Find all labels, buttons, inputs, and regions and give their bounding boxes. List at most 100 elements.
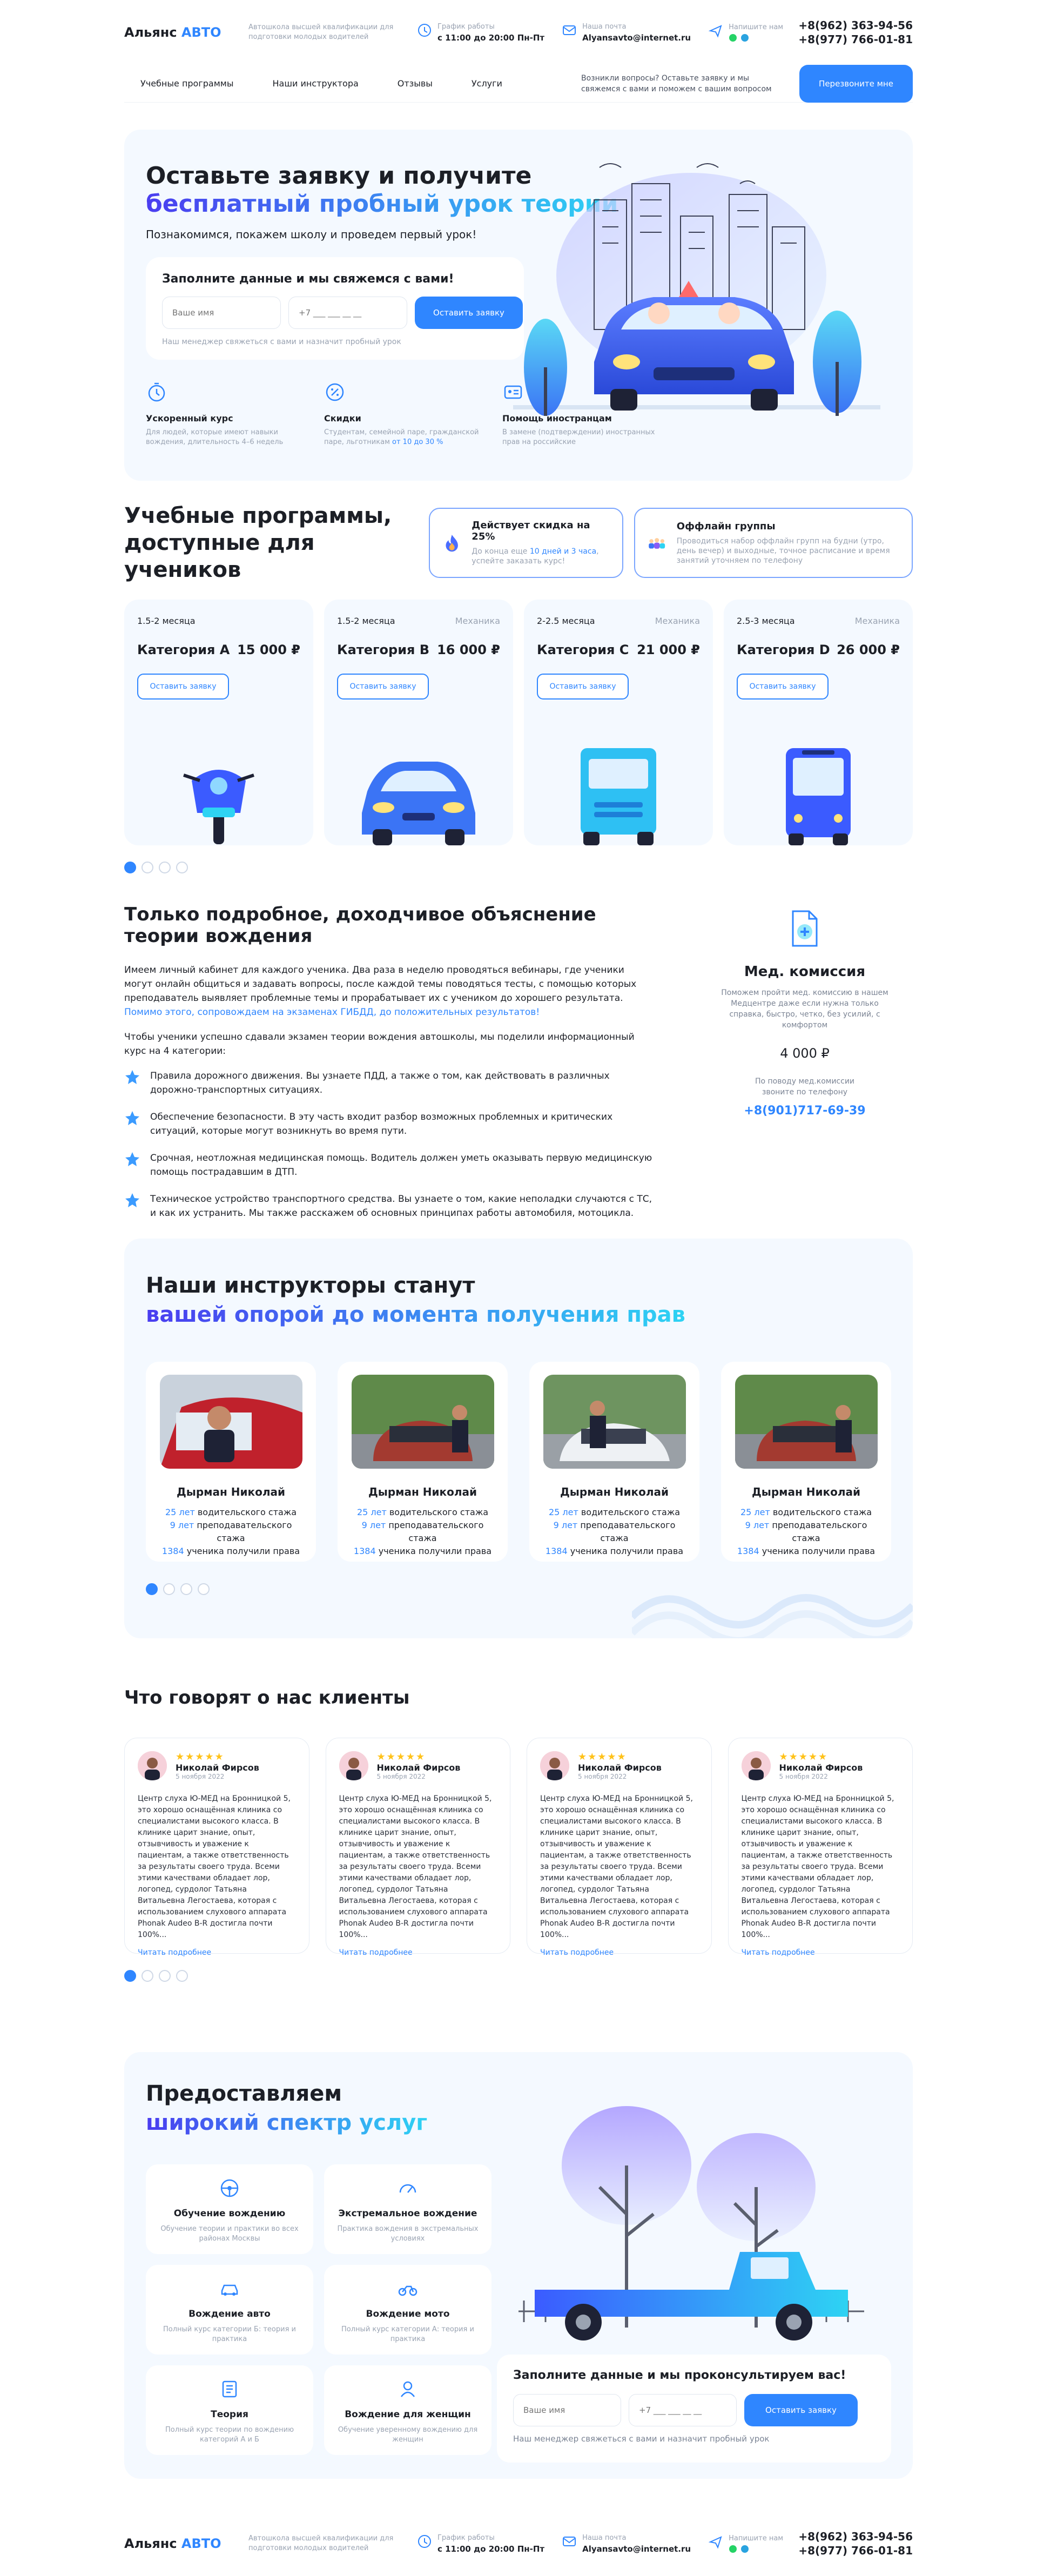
service-card[interactable]: Экстремальное вождение Практика вождения … <box>324 2164 491 2254</box>
read-more-link[interactable]: Читать подробнее <box>339 1948 413 1957</box>
submit-button[interactable]: Оставить заявку <box>744 2394 858 2426</box>
phone-2[interactable]: +8(977) 766-01-81 <box>798 2544 913 2558</box>
med-phone[interactable]: +8(901)717-69-39 <box>697 1104 913 1118</box>
name-input[interactable] <box>513 2394 621 2426</box>
theory-title: Только подробное, доходчивое объяснение … <box>124 904 596 947</box>
instructor-photo <box>543 1375 686 1469</box>
perk-title: Скидки <box>324 413 361 423</box>
pagination-dot[interactable] <box>159 1970 171 1982</box>
service-title: Вождение для женщин <box>345 2409 471 2420</box>
instructor-name: Дырман Николай <box>368 1485 477 1498</box>
pagination-dot[interactable] <box>142 862 153 873</box>
service-card[interactable]: Обучение вождению Обучение теории и практ… <box>146 2164 313 2254</box>
service-card[interactable]: Теория Полный курс теории по вождению кат… <box>146 2365 313 2455</box>
instructor-card[interactable]: Дырман Николай 25 лет водительского стаж… <box>146 1362 316 1562</box>
clock-icon <box>418 2534 431 2548</box>
program-card[interactable]: 1.5-2 месяца Категория А 15 000 ₽ Оставит… <box>124 600 313 845</box>
pagination-dot[interactable] <box>124 1970 136 1982</box>
theory-bullet: Обеспечение безопасности. В эту часть вх… <box>124 1110 654 1138</box>
theory-section: Только подробное, доходчивое объяснение … <box>124 904 913 1219</box>
read-more-link[interactable]: Читать подробнее <box>138 1948 211 1957</box>
logo[interactable]: Альянс АВТО <box>124 25 232 40</box>
nav-programs[interactable]: Учебные программы <box>140 78 233 89</box>
header: Альянс АВТО Автошкола высшей квалификаци… <box>124 0 913 65</box>
logo[interactable]: Альянс АВТО <box>124 2536 232 2551</box>
nav-question: Возникли вопросы? Оставьте заявку и мы с… <box>581 73 772 93</box>
speedometer-icon <box>399 2184 416 2193</box>
pagination-dot[interactable] <box>142 1970 153 1982</box>
stat-value: 1384 <box>353 1546 376 1556</box>
program-card[interactable]: 2.5-3 месяца Механика Категория D 26 000 ₽… <box>724 600 913 845</box>
pagination-dot[interactable] <box>180 1583 192 1595</box>
fire-icon <box>446 535 458 552</box>
hero-form: Заполните данные и мы свяжемся с вами! О… <box>146 257 524 360</box>
avatar <box>540 1751 569 1780</box>
instructor-card[interactable]: Дырман Николай 25 лет водительского стаж… <box>338 1362 508 1562</box>
read-more-link[interactable]: Читать подробнее <box>540 1948 614 1957</box>
phone-2[interactable]: +8(977) 766-01-81 <box>798 32 913 46</box>
submit-button[interactable]: Оставить заявку <box>415 297 523 329</box>
motorcycle-icon <box>398 2285 418 2296</box>
program-cards: 1.5-2 месяца Категория А 15 000 ₽ Оставит… <box>124 600 913 845</box>
review-text: Центр слуха Ю-МЕД на Бронницкой 5, это х… <box>741 1794 894 1939</box>
stat-label: преподавательского стажа <box>577 1520 676 1543</box>
theory-text: Имеем личный кабинет для каждого ученика… <box>124 965 637 1004</box>
phone-1[interactable]: +8(962) 363-94-56 <box>798 2530 913 2544</box>
phone-input[interactable] <box>629 2394 737 2426</box>
stat-value: 25 лет <box>356 1507 387 1517</box>
nav-services[interactable]: Услуги <box>472 78 502 89</box>
pagination-dot[interactable] <box>198 1583 210 1595</box>
review-card: ★★★★★ Николай Фирсов 5 ноября 2022 Центр с… <box>527 1738 712 1957</box>
whatsapp-icon[interactable] <box>729 2545 737 2553</box>
program-card[interactable]: 2-2.5 месяца Механика Категория C 21 000 ₽… <box>524 600 713 845</box>
stat-value: 9 лет <box>745 1520 770 1530</box>
pagination-dot[interactable] <box>146 1583 158 1595</box>
services-section: Предоставляем широкий спектр услуг Обучен… <box>124 2052 913 2479</box>
whatsapp-icon[interactable] <box>729 33 737 42</box>
stat-label: водительского стажа <box>578 1507 681 1517</box>
nav-reviews[interactable]: Отзывы <box>398 78 433 89</box>
phone-1[interactable]: +8(962) 363-94-56 <box>798 18 913 32</box>
instructor-card[interactable]: Дырман Николай 25 лет водительского стаж… <box>529 1362 699 1562</box>
service-card[interactable]: Вождение авто Полный курс категории Б: те… <box>146 2265 313 2355</box>
pagination-dot[interactable] <box>124 862 136 873</box>
steering-wheel-icon <box>220 2179 239 2197</box>
pagination-dot[interactable] <box>163 1583 175 1595</box>
email-link[interactable]: Alyansavto@internet.ru <box>582 33 691 43</box>
med-text: Поможем пройти мед. комиссию в нашем Мед… <box>721 988 888 1030</box>
read-more-link[interactable]: Читать подробнее <box>742 1948 815 1957</box>
phone-input[interactable] <box>288 297 407 329</box>
program-transmission: Механика <box>455 616 500 626</box>
pagination-dot[interactable] <box>159 862 171 873</box>
telegram-icon[interactable] <box>740 2545 749 2553</box>
telegram-icon[interactable] <box>740 33 749 42</box>
pagination-dot[interactable] <box>176 1970 188 1982</box>
program-apply-button[interactable]: Оставить заявку <box>737 674 829 700</box>
service-card[interactable]: Вождение мото Полный курс категории А: те… <box>324 2265 491 2355</box>
service-title: Обучение вождению <box>173 2208 286 2219</box>
stat-value: 9 лет <box>553 1520 578 1530</box>
email-link[interactable]: Alyansavto@internet.ru <box>582 2544 691 2554</box>
service-card[interactable]: Вождение для женщин Обучение уверенному в… <box>324 2365 491 2455</box>
program-apply-button[interactable]: Оставить заявку <box>137 674 229 700</box>
pagination-dot[interactable] <box>176 862 188 873</box>
stat-label: водительского стажа <box>770 1507 872 1517</box>
schedule-value: с 11:00 до 20:00 Пн-Пт <box>437 32 545 43</box>
program-price: 26 000 ₽ <box>837 642 900 657</box>
logo-accent: АВТО <box>181 25 221 40</box>
discount-title: Действует скидка на 25% <box>472 520 590 542</box>
instructor-card[interactable]: Дырман Николай 25 лет водительского стаж… <box>721 1362 891 1562</box>
footer: Альянс АВТО Автошкола высшей квалификаци… <box>124 2511 913 2576</box>
program-apply-button[interactable]: Оставить заявку <box>537 674 629 700</box>
instructors-section: Наши инструкторы станут вашей опорой до м… <box>124 1239 913 1638</box>
program-card[interactable]: 1.5-2 месяца Механика Категория B 16 000 ₽… <box>324 600 513 845</box>
program-apply-button[interactable]: Оставить заявку <box>337 674 429 700</box>
callback-button[interactable]: Перезвоните мне <box>799 64 913 103</box>
email-label: Наша почта <box>582 22 627 31</box>
nav-instructors[interactable]: Наши инструктора <box>272 78 358 89</box>
send-icon <box>708 24 722 38</box>
rating-stars: ★★★★★ <box>578 1751 627 1763</box>
theory-bullet: Срочная, неотложная медицинская помощь. … <box>124 1151 654 1179</box>
name-input[interactable] <box>162 297 281 329</box>
write-label: Напишите нам <box>729 2534 784 2543</box>
